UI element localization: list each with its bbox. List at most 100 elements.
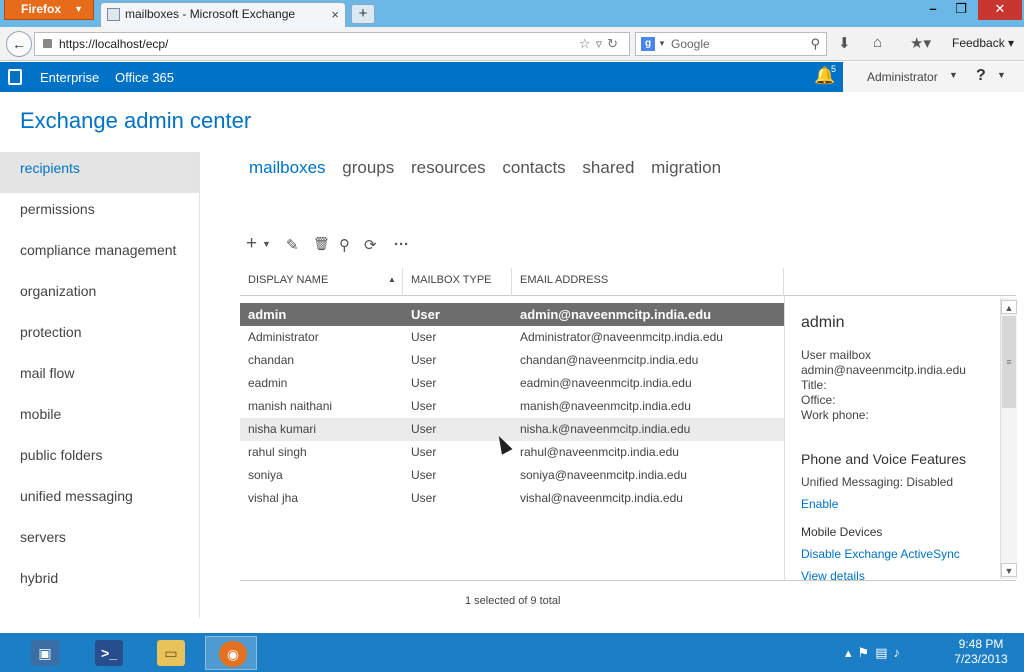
edit-icon[interactable]: ✎: [286, 236, 299, 254]
search-input[interactable]: g ▼ Google ⚲: [635, 32, 827, 56]
delete-icon[interactable]: 🗑: [313, 236, 330, 252]
sidebar-item-recipients[interactable]: recipients: [0, 152, 200, 193]
table-row[interactable]: admin User admin@naveenmcitp.india.edu: [240, 303, 784, 326]
dropdown-icon[interactable]: ▿: [596, 36, 608, 51]
page-favicon-icon: [107, 8, 120, 21]
bookmarks-icon[interactable]: ★▾: [910, 34, 931, 52]
firefox-menu-label: Firefox: [21, 2, 62, 16]
system-clock[interactable]: 9:48 PM 7/23/2013: [946, 637, 1016, 667]
table-row[interactable]: manish naithani User manish@naveenmcitp.…: [240, 395, 784, 418]
close-tab-icon[interactable]: ×: [331, 3, 339, 26]
sidebar-item-mail-flow[interactable]: mail flow: [0, 357, 200, 398]
table-row[interactable]: eadmin User eadmin@naveenmcitp.india.edu: [240, 372, 784, 395]
subtabs: mailboxes groups resources contacts shar…: [249, 158, 733, 178]
enterprise-link[interactable]: Enterprise: [40, 70, 99, 85]
powershell-icon: >_: [95, 640, 123, 666]
firefox-taskbar-button[interactable]: ◉: [205, 636, 257, 670]
sidebar-item-protection[interactable]: protection: [0, 316, 200, 357]
column-separator: [783, 268, 784, 296]
sidebar-item-permissions[interactable]: permissions: [0, 193, 200, 234]
sidebar-item-public-folders[interactable]: public folders: [0, 439, 200, 480]
clock-time: 9:48 PM: [958, 637, 1004, 651]
scroll-down-icon[interactable]: ▼: [1001, 563, 1017, 577]
selection-status: 1 selected of 9 total: [465, 595, 561, 607]
sidebar-item-unified-messaging[interactable]: unified messaging: [0, 480, 200, 521]
chevron-down-icon[interactable]: ▼: [262, 239, 271, 249]
grid-header: DISPLAY NAME ▲ MAILBOX TYPE EMAIL ADDRES…: [240, 268, 1016, 296]
enable-um-link[interactable]: Enable: [801, 497, 838, 511]
lock-icon: [43, 39, 52, 48]
download-icon[interactable]: ⬇: [838, 34, 851, 52]
refresh-icon[interactable]: ⟳: [364, 236, 377, 254]
system-tray-icons: ▴⚑▤♪: [845, 645, 906, 661]
column-header-mailbox-type[interactable]: MAILBOX TYPE: [411, 274, 492, 286]
add-button[interactable]: +: [246, 233, 257, 255]
sidebar-item-organization[interactable]: organization: [0, 275, 200, 316]
grid-bottom-divider: [240, 580, 1016, 581]
action-center-flag-icon[interactable]: ⚑: [858, 645, 876, 660]
chevron-down-icon[interactable]: ▼: [658, 33, 666, 55]
minimize-button[interactable]: –: [920, 0, 946, 20]
table-row[interactable]: Administrator User Administrator@naveenm…: [240, 326, 784, 349]
sidebar-item-hybrid[interactable]: hybrid: [0, 562, 200, 603]
column-header-display-name[interactable]: DISPLAY NAME: [248, 274, 328, 286]
table-row[interactable]: vishal jha User vishal@naveenmcitp.india…: [240, 487, 784, 510]
close-window-button[interactable]: ✕: [978, 0, 1022, 20]
column-separator[interactable]: [402, 268, 403, 296]
tab-mailboxes[interactable]: mailboxes: [249, 158, 326, 178]
table-row[interactable]: soniya User soniya@naveenmcitp.india.edu: [240, 464, 784, 487]
feedback-button[interactable]: Feedback ▾: [952, 36, 1014, 50]
bookmark-star-icon[interactable]: ☆: [579, 36, 596, 51]
url-bar[interactable]: https://localhost/ecp/ ☆▿↻: [34, 32, 630, 56]
disable-activesync-link[interactable]: Disable Exchange ActiveSync: [801, 547, 960, 561]
reload-icon[interactable]: ↻: [607, 36, 623, 51]
more-options-icon[interactable]: ···: [394, 236, 409, 253]
tab-migration[interactable]: migration: [651, 158, 721, 178]
display-name-cell: eadmin: [248, 376, 288, 390]
scrollbar-thumb[interactable]: ≡: [1002, 316, 1016, 408]
help-icon[interactable]: ?: [976, 67, 986, 85]
powershell-taskbar-button[interactable]: >_: [82, 636, 134, 670]
search-icon[interactable]: ⚲: [810, 33, 820, 55]
office-logo-icon[interactable]: [8, 69, 22, 85]
search-icon[interactable]: ⚲: [339, 236, 350, 254]
home-icon[interactable]: ⌂: [873, 34, 882, 51]
table-row[interactable]: nisha kumari User nisha.k@naveenmcitp.in…: [240, 418, 784, 441]
view-details-link[interactable]: View details: [801, 569, 865, 580]
chevron-down-icon[interactable]: ▼: [949, 70, 958, 80]
maximize-button[interactable]: ❐: [948, 0, 974, 20]
email-cell: Administrator@naveenmcitp.india.edu: [520, 330, 723, 344]
firefox-menu-button[interactable]: Firefox ▼: [4, 0, 94, 20]
network-icon[interactable]: ▤: [875, 645, 893, 660]
office365-link[interactable]: Office 365: [115, 70, 174, 85]
tab-groups[interactable]: groups: [342, 158, 394, 178]
email-cell: vishal@naveenmcitp.india.edu: [520, 491, 683, 505]
phone-voice-heading: Phone and Voice Features: [801, 451, 967, 467]
tab-resources[interactable]: resources: [411, 158, 486, 178]
scroll-up-icon[interactable]: ▲: [1001, 300, 1017, 314]
chevron-down-icon[interactable]: ▼: [997, 70, 1006, 80]
user-menu-button[interactable]: Administrator: [867, 70, 938, 84]
file-explorer-taskbar-button[interactable]: ▭: [144, 636, 196, 670]
column-separator[interactable]: [511, 268, 512, 296]
mailbox-list: admin User admin@naveenmcitp.india.edu A…: [240, 303, 784, 510]
volume-icon[interactable]: ♪: [893, 645, 906, 660]
new-tab-button[interactable]: +: [351, 4, 375, 24]
display-name-cell: rahul singh: [248, 445, 307, 459]
sidebar-item-servers[interactable]: servers: [0, 521, 200, 562]
tab-title: mailboxes - Microsoft Exchange: [125, 7, 296, 21]
sidebar-item-mobile[interactable]: mobile: [0, 398, 200, 439]
table-row[interactable]: chandan User chandan@naveenmcitp.india.e…: [240, 349, 784, 372]
server-manager-taskbar-button[interactable]: ▣: [18, 636, 70, 670]
details-scrollbar[interactable]: ▲ ≡ ▼: [1000, 298, 1017, 579]
table-row[interactable]: rahul singh User rahul@naveenmcitp.india…: [240, 441, 784, 464]
back-arrow-icon: ←: [12, 36, 26, 52]
tab-contacts[interactable]: contacts: [502, 158, 565, 178]
chevron-up-icon[interactable]: ▴: [845, 645, 858, 660]
browser-tab[interactable]: mailboxes - Microsoft Exchange ×: [100, 2, 346, 27]
tab-shared[interactable]: shared: [582, 158, 634, 178]
back-button[interactable]: ←: [6, 31, 32, 57]
column-header-email-address[interactable]: EMAIL ADDRESS: [520, 274, 608, 286]
sidebar-item-compliance-management[interactable]: compliance management: [0, 234, 200, 275]
email-cell: admin@naveenmcitp.india.edu: [520, 307, 712, 322]
